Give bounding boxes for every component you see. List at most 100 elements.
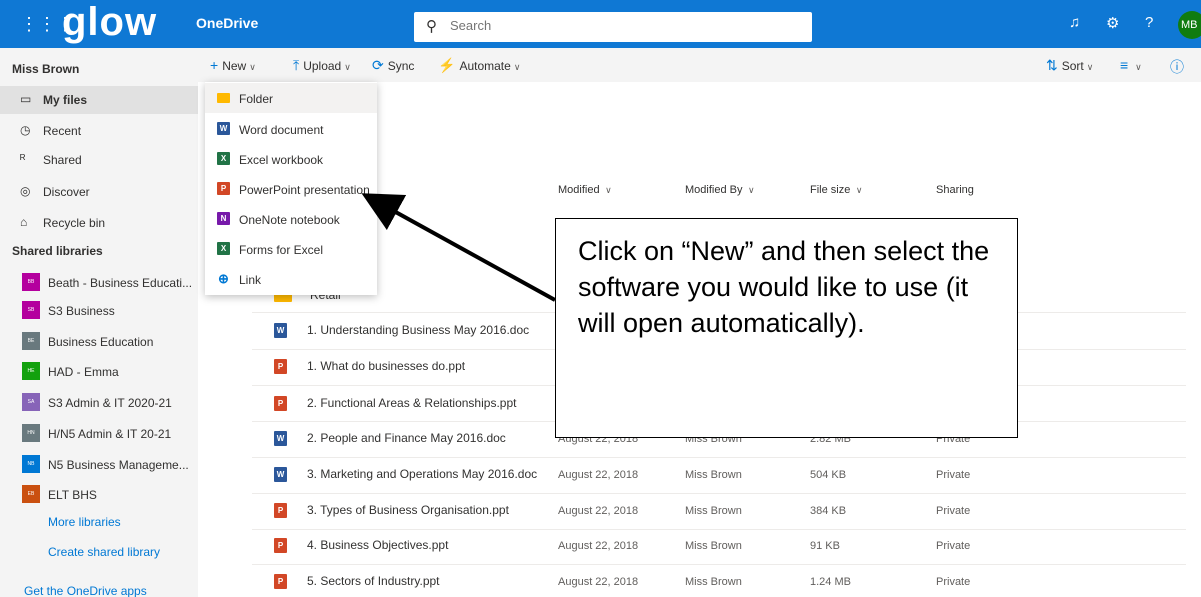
view-options-button[interactable]: ≡ ∨ — [1120, 57, 1142, 73]
powerpoint-icon: P — [274, 538, 287, 553]
new-label: New — [222, 59, 247, 73]
library-badge: HN — [22, 424, 40, 442]
trash-icon: ⌂ — [20, 215, 28, 229]
library-badge: BE — [22, 332, 40, 350]
sidebar-item-shared[interactable]: ᴿ Shared — [0, 146, 198, 174]
search-box[interactable]: ⚲ — [414, 12, 812, 42]
sharing-cell: Private — [936, 469, 971, 481]
menu-item-label: Word document — [239, 123, 324, 137]
sharing-cell: Private — [936, 505, 971, 517]
sort-button[interactable]: ⇅ Sort ∨ — [1046, 57, 1093, 74]
upload-button[interactable]: ⤒ Upload ∨ — [293, 57, 351, 74]
help-icon[interactable]: ? — [1145, 14, 1153, 31]
modified-by-cell: Miss Brown — [685, 469, 742, 481]
modified-cell: August 22, 2018 — [558, 540, 639, 552]
app-name[interactable]: OneDrive — [196, 15, 258, 31]
file-size-cell: 91 KB — [810, 540, 840, 552]
sidebar: Miss Brown ▭ My files ◷ Recent ᴿ Shared … — [0, 48, 198, 597]
plus-icon: + — [210, 57, 219, 73]
file-name[interactable]: 1. What do businesses do.ppt — [307, 359, 465, 373]
search-input[interactable] — [450, 18, 790, 33]
new-menu: Folder W Word document X Excel workbook … — [205, 82, 377, 295]
library-badge: BB — [22, 273, 40, 291]
word-icon: W — [274, 467, 287, 482]
compass-icon: ◎ — [20, 184, 31, 198]
word-icon: W — [217, 122, 230, 135]
file-name[interactable]: 3. Marketing and Operations May 2016.doc — [307, 467, 537, 481]
powerpoint-icon: P — [274, 359, 287, 374]
menu-item-label: Link — [239, 273, 262, 287]
menu-item-link[interactable]: ⊕ Link — [205, 264, 377, 294]
menu-item-excel-workbook[interactable]: X Excel workbook — [205, 144, 377, 174]
avatar[interactable]: MB — [1178, 11, 1201, 39]
forms-icon: X — [217, 242, 230, 255]
sidebar-item-recycle-bin[interactable]: ⌂ Recycle bin — [0, 209, 198, 237]
file-name[interactable]: 2. People and Finance May 2016.doc — [307, 431, 506, 445]
column-file-size[interactable]: File size ∨ — [810, 184, 862, 196]
table-row[interactable]: P 3. Types of Business Organisation.ppt … — [252, 493, 1186, 529]
sidebar-library-item[interactable]: HE HAD - Emma — [0, 357, 198, 385]
sync-button[interactable]: ⟳ Sync — [372, 57, 414, 74]
column-sharing[interactable]: Sharing — [936, 184, 974, 196]
create-shared-library-link[interactable]: Create shared library — [48, 545, 160, 559]
file-name[interactable]: 4. Business Objectives.ppt — [307, 538, 448, 552]
sort-label: Sort — [1061, 59, 1084, 73]
word-icon: W — [274, 431, 287, 446]
automate-button[interactable]: ⚡ Automate ∨ — [438, 57, 520, 74]
table-row[interactable]: W 3. Marketing and Operations May 2016.d… — [252, 457, 1186, 493]
sidebar-item-recent[interactable]: ◷ Recent — [0, 117, 198, 145]
sync-label: Sync — [387, 59, 415, 73]
menu-item-powerpoint-presentation[interactable]: P PowerPoint presentation — [205, 174, 377, 204]
sidebar-item-discover[interactable]: ◎ Discover — [0, 178, 198, 206]
column-modified-by[interactable]: Modified By ∨ — [685, 184, 755, 196]
callout-text: Click on “New” and then select the softw… — [578, 236, 990, 338]
sidebar-library-item[interactable]: BE Business Education — [0, 327, 198, 355]
column-label: File size — [810, 184, 851, 196]
sharing-cell: Private — [936, 540, 971, 552]
new-button[interactable]: + New ∨ — [210, 57, 256, 73]
sidebar-library-item[interactable]: HN H/N5 Admin & IT 20-21 — [0, 419, 198, 447]
menu-item-onenote-notebook[interactable]: N OneNote notebook — [205, 204, 377, 234]
modified-by-cell: Miss Brown — [685, 540, 742, 552]
file-name[interactable]: 2. Functional Areas & Relationships.ppt — [307, 396, 516, 410]
word-icon: W — [274, 323, 287, 338]
chevron-down-icon: ∨ — [853, 185, 863, 195]
sidebar-item-label: Recycle bin — [43, 216, 106, 230]
clock-icon: ◷ — [20, 123, 31, 137]
menu-item-folder[interactable]: Folder — [205, 83, 377, 113]
menu-item-word-document[interactable]: W Word document — [205, 114, 377, 144]
onenote-icon: N — [217, 212, 230, 225]
automate-label: Automate — [459, 59, 511, 73]
file-name[interactable]: 3. Types of Business Organisation.ppt — [307, 503, 509, 517]
file-size-cell: 384 KB — [810, 505, 847, 517]
file-name[interactable]: 1. Understanding Business May 2016.doc — [307, 323, 529, 337]
table-row[interactable]: P 4. Business Objectives.ppt August 22, … — [252, 528, 1186, 564]
table-row[interactable]: P 5. Sectors of Industry.ppt August 22, … — [252, 564, 1186, 597]
sidebar-library-item[interactable]: SA S3 Admin & IT 2020-21 — [0, 388, 198, 416]
gear-icon[interactable]: ⚙ — [1106, 14, 1119, 32]
file-size-cell: 1.24 MB — [810, 576, 851, 588]
column-modified[interactable]: Modified ∨ — [558, 184, 612, 196]
sort-icon: ⇅ — [1046, 57, 1058, 73]
chevron-down-icon: ∨ — [344, 62, 351, 72]
powerpoint-icon: P — [274, 503, 287, 518]
sidebar-item-my-files[interactable]: ▭ My files — [0, 86, 198, 114]
library-badge: SB — [22, 301, 40, 319]
menu-item-forms-for-excel[interactable]: X Forms for Excel — [205, 234, 377, 264]
more-libraries-link[interactable]: More libraries — [48, 515, 121, 529]
sidebar-library-item[interactable]: NB N5 Business Manageme... — [0, 450, 198, 478]
shared-libraries-heading: Shared libraries — [12, 244, 103, 258]
brand-logo[interactable]: glow — [62, 2, 157, 42]
globe-icon: ⊕ — [218, 271, 229, 286]
info-icon: ⓘ — [1170, 59, 1184, 75]
get-apps-link[interactable]: Get the OneDrive apps — [24, 584, 147, 597]
sidebar-item-label: Shared — [43, 153, 82, 167]
search-icon: ⚲ — [426, 18, 437, 35]
sidebar-library-item[interactable]: SB S3 Business — [0, 296, 198, 324]
info-button[interactable]: ⓘ — [1170, 57, 1188, 77]
file-name[interactable]: 5. Sectors of Industry.ppt — [307, 574, 440, 588]
bell-icon[interactable]: ♫ — [1069, 14, 1080, 31]
sidebar-library-item[interactable]: BB Beath - Business Educati... — [0, 268, 198, 296]
sidebar-library-item[interactable]: EB ELT BHS — [0, 480, 198, 508]
powerpoint-icon: P — [274, 574, 287, 589]
